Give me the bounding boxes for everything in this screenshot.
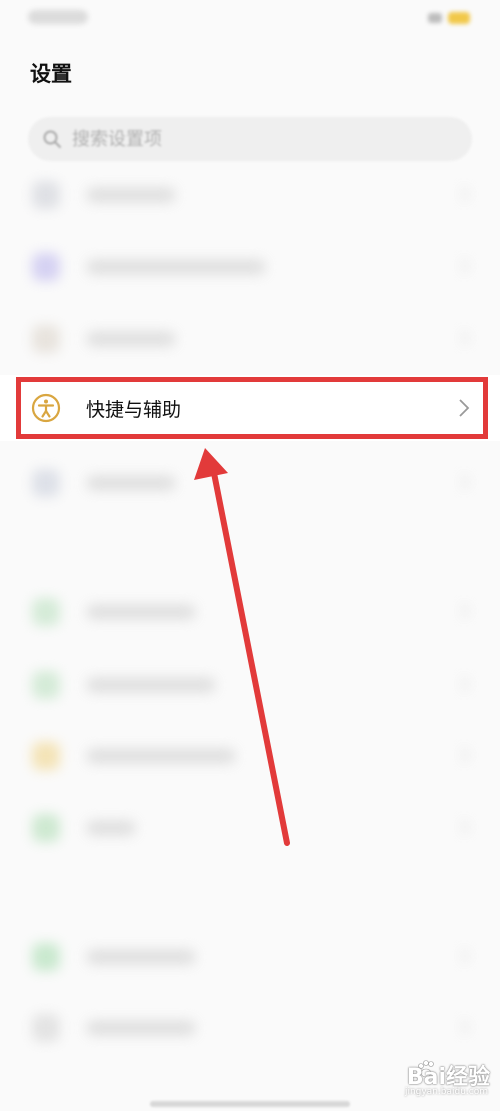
blurred-label — [86, 1020, 196, 1036]
status-icons — [428, 10, 472, 26]
blurred-label — [86, 748, 236, 764]
watermark-url: jingyan.baidu.com — [404, 1087, 488, 1097]
chevron-right-icon — [461, 819, 470, 835]
search-bar[interactable] — [28, 117, 472, 161]
blurred-label — [86, 677, 216, 693]
settings-row-blurred[interactable] — [0, 731, 500, 781]
blurred-label — [86, 475, 176, 491]
settings-row-blurred[interactable] — [0, 458, 500, 508]
signal-icon — [428, 13, 442, 23]
highlight-frame — [16, 377, 488, 439]
search-icon — [43, 130, 61, 148]
chevron-right-icon — [461, 1019, 470, 1035]
settings-row-blurred[interactable] — [0, 1003, 500, 1053]
blurred-label — [86, 259, 266, 275]
blurred-label — [86, 187, 176, 203]
chevron-right-icon — [461, 603, 470, 619]
chevron-right-icon — [461, 330, 470, 346]
chevron-right-icon — [461, 258, 470, 274]
chevron-right-icon — [461, 747, 470, 763]
search-input[interactable] — [70, 127, 454, 151]
game-icon — [32, 325, 60, 353]
system-icon — [32, 469, 60, 497]
screen-time-icon — [32, 671, 60, 699]
settings-row-blurred[interactable] — [0, 314, 500, 364]
blurred-label — [86, 949, 196, 965]
chevron-right-icon — [461, 676, 470, 692]
chevron-right-icon — [461, 948, 470, 964]
settings-row-blurred[interactable] — [0, 242, 500, 292]
status-time — [28, 10, 88, 24]
chevron-right-icon — [461, 474, 470, 490]
status-bar — [0, 0, 500, 40]
security-icon — [32, 598, 60, 626]
phone-icon — [32, 181, 60, 209]
storage-icon — [32, 742, 60, 770]
settings-row-blurred[interactable] — [0, 170, 500, 220]
page-title: 设置 — [30, 62, 72, 86]
settings-row-blurred[interactable] — [0, 932, 500, 982]
home-indicator[interactable] — [150, 1101, 350, 1107]
chevron-right-icon — [461, 186, 470, 202]
blurred-label — [86, 820, 136, 836]
battery-icon — [448, 12, 470, 24]
settings-row-blurred[interactable] — [0, 660, 500, 710]
battery-setting-icon — [32, 814, 60, 842]
accounts-icon — [32, 1014, 60, 1042]
apps-icon — [32, 943, 60, 971]
settings-row-blurred[interactable] — [0, 803, 500, 853]
settings-row-blurred[interactable] — [0, 587, 500, 637]
blurred-label — [86, 331, 176, 347]
display-icon — [32, 253, 60, 281]
blurred-label — [86, 604, 196, 620]
watermark: Bai经验 jingyan.baidu.com — [370, 1059, 490, 1103]
